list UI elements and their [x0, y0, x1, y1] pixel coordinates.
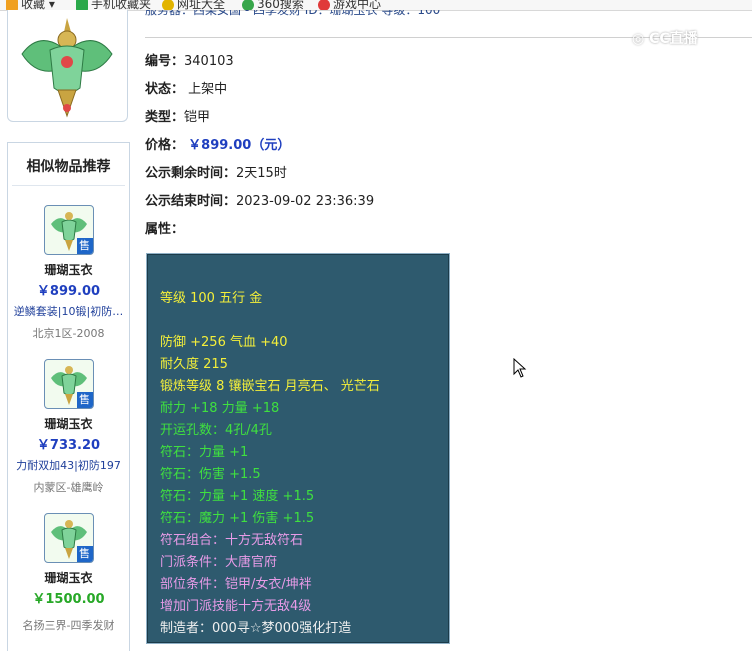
similar-item-server: 内蒙区-雄鹰岭 — [33, 481, 104, 494]
sold-badge: 售 — [76, 392, 93, 408]
item-type: 铠甲 — [184, 110, 211, 125]
attr-line: 耐力 +18 力量 +18 — [160, 401, 280, 416]
item-end-time: 2023-09-02 23:36:39 — [236, 194, 375, 209]
similar-item-price: ￥899.00 — [36, 284, 101, 299]
sold-badge: 售 — [76, 238, 93, 254]
similar-item-card[interactable]: 售 珊瑚玉衣 ￥899.00 逆鳞套装|10锻|初防… 北京1区-2008 — [8, 205, 129, 341]
attr-line: 开运孔数：4孔/4孔 — [160, 423, 272, 438]
directory-icon — [162, 0, 174, 10]
attr-line: 等级 100 五行 金 — [160, 291, 263, 306]
item-price-row: 价格： ￥899.00（元） — [145, 138, 291, 153]
item-remaining-time: 2天15时 — [236, 166, 287, 181]
similar-items-panel: 相似物品推荐 售 珊瑚玉衣 ￥899.00 逆鳞套装|10锻|初防… 北京1区-… — [7, 142, 130, 651]
similar-item-image[interactable]: 售 — [43, 359, 94, 409]
similar-item-attributes: 逆鳞套装|10锻|初防… — [13, 305, 124, 318]
watermark: ◎ CC直播 — [632, 31, 698, 47]
game-icon — [318, 0, 330, 10]
attr-line: 符石：力量 +1 速度 +1.5 — [160, 489, 315, 504]
item-end-row: 公示结束时间：2023-09-02 23:36:39 — [145, 194, 375, 209]
star-icon — [6, 0, 18, 10]
item-status-row: 状态： 上架中 — [145, 82, 228, 97]
attr-line: 防御 +256 气血 +40 — [160, 335, 288, 350]
sold-badge: 售 — [76, 546, 93, 562]
similar-item-name[interactable]: 珊瑚玉衣 — [8, 415, 129, 432]
item-price: ￥899.00（元） — [188, 138, 291, 153]
similar-items-title: 相似物品推荐 — [12, 143, 125, 186]
cc-logo-icon: ◎ — [632, 31, 645, 47]
attr-line: 耐久度 215 — [160, 357, 228, 372]
attr-line: 符石：力量 +1 — [160, 445, 249, 460]
item-number: 340103 — [184, 54, 234, 69]
item-image — [7, 10, 128, 122]
item-type-row: 类型：铠甲 — [145, 110, 211, 125]
attr-line: 符石：伤害 +1.5 — [160, 467, 261, 482]
armor-icon — [21, 18, 113, 118]
attr-line: 符石组合：十方无敌符石 — [160, 533, 304, 548]
item-status: 上架中 — [188, 82, 228, 97]
similar-item-server: 名扬三界-四季发财 — [22, 619, 115, 632]
item-attr-row: 属性： — [145, 222, 185, 237]
attr-line: 增加门派技能十方无敌4级 — [160, 599, 312, 614]
attr-line: 门派条件：大唐官府 — [160, 555, 278, 570]
attr-line: 部位条件：铠甲/女衣/坤袢 — [160, 577, 312, 592]
item-number-row: 编号：340103 — [145, 54, 234, 69]
attr-line: 制造者：000寻☆梦000强化打造 — [160, 621, 352, 636]
similar-item-attributes: 力耐双加43|初防197 — [16, 459, 121, 472]
similar-item-name[interactable]: 珊瑚玉衣 — [8, 261, 129, 278]
similar-item-image[interactable]: 售 — [43, 205, 94, 255]
similar-item-name[interactable]: 珊瑚玉衣 — [8, 569, 129, 586]
search-360-icon — [242, 0, 254, 10]
attr-line: 锻炼等级 8 镶嵌宝石 月亮石、 光芒石 — [160, 379, 380, 394]
similar-item-card[interactable]: 售 珊瑚玉衣 ￥733.20 力耐双加43|初防197 内蒙区-雄鹰岭 — [8, 359, 129, 495]
attr-line: 符石：魔力 +1 伤害 +1.5 — [160, 511, 315, 526]
phone-icon — [76, 0, 88, 10]
similar-item-server: 北京1区-2008 — [32, 327, 105, 340]
item-top-info: 服务器：西梁女国 - 四季发财 ID：珊瑚玉衣 等级：100 — [145, 10, 441, 17]
mouse-cursor-icon — [513, 358, 527, 378]
similar-item-price: ￥1500.00 — [32, 592, 105, 607]
similar-item-price: ￥733.20 — [36, 438, 101, 453]
similar-item-card[interactable]: 售 珊瑚玉衣 ￥1500.00 名扬三界-四季发财 — [8, 513, 129, 633]
similar-item-image[interactable]: 售 — [43, 513, 94, 563]
item-remaining-row: 公示剩余时间：2天15时 — [145, 166, 287, 181]
attribute-panel: 等级 100 五行 金 防御 +256 气血 +40 耐久度 215 锻炼等级 … — [146, 253, 450, 644]
